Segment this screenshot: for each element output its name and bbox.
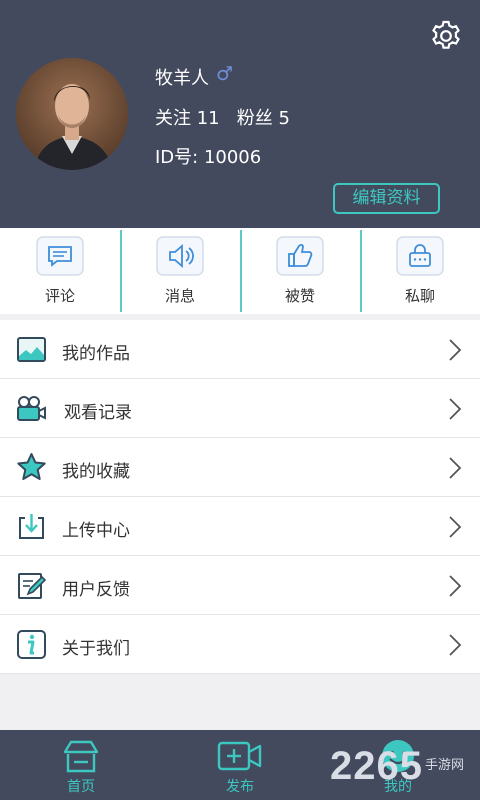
tab-home[interactable]: 首页 — [21, 730, 141, 800]
lock-chat-icon — [396, 236, 444, 276]
menu-item-my-works[interactable]: 我的作品 — [0, 320, 480, 379]
edit-profile-button[interactable]: 编辑资料 — [333, 183, 440, 214]
quick-message[interactable]: 消息 — [120, 228, 240, 314]
quick-likes-label: 被赞 — [284, 287, 315, 305]
avatar[interactable] — [16, 58, 128, 170]
gender-male-icon: ♂ — [216, 63, 234, 85]
quick-comment-label: 评论 — [44, 287, 75, 305]
menu-item-label: 用户反馈 — [62, 580, 130, 600]
user-id: ID号: 10006 — [155, 147, 262, 168]
chevron-right-icon — [449, 339, 462, 361]
quick-comment[interactable]: 评论 — [0, 228, 120, 314]
speaker-icon — [156, 236, 204, 276]
chevron-right-icon — [449, 575, 462, 597]
tab-publish[interactable]: 发布 — [180, 730, 300, 800]
watermark-brand: 2265 — [330, 744, 423, 788]
chevron-right-icon — [449, 398, 462, 420]
watermark-site: 手游网 — [425, 758, 465, 773]
menu-item-watch-history[interactable]: 观看记录 — [0, 379, 480, 438]
watermark: 2265 手游网 — [330, 744, 480, 792]
menu-item-label: 我的收藏 — [62, 462, 130, 482]
image-icon — [17, 337, 46, 362]
video-camera-icon — [17, 396, 46, 421]
menu-item-label: 上传中心 — [62, 521, 130, 541]
chevron-right-icon — [449, 634, 462, 656]
tab-home-label: 首页 — [67, 779, 95, 795]
quick-message-label: 消息 — [164, 287, 195, 305]
thumbs-up-icon — [276, 236, 324, 276]
menu-item-about-us[interactable]: 关于我们 — [0, 615, 480, 674]
star-icon — [17, 453, 46, 480]
follow-counts[interactable]: 关注 11 粉丝 5 — [155, 104, 290, 130]
menu-item-feedback[interactable]: 用户反馈 — [0, 556, 480, 615]
add-video-icon — [217, 741, 262, 771]
menu-item-favorites[interactable]: 我的收藏 — [0, 438, 480, 497]
edit-note-icon — [18, 573, 47, 599]
username: 牧羊人 — [155, 68, 209, 89]
menu-item-label: 观看记录 — [64, 403, 132, 423]
menu-list: 我的作品 观看记录 我的收藏 上传中心 用户反馈 关于我们 — [0, 320, 480, 674]
tab-publish-label: 发布 — [226, 779, 254, 795]
chevron-right-icon — [449, 457, 462, 479]
menu-item-label: 关于我们 — [62, 639, 130, 659]
quick-private-chat-label: 私聊 — [404, 287, 435, 305]
gear-icon[interactable] — [428, 18, 464, 54]
home-icon — [63, 740, 99, 773]
bottom-tab-bar: 首页 发布 我的 2265 手游网 — [0, 730, 480, 800]
download-tray-icon — [19, 514, 44, 539]
quick-private-chat[interactable]: 私聊 — [360, 228, 480, 314]
chevron-right-icon — [449, 516, 462, 538]
info-icon — [17, 630, 46, 659]
menu-item-label: 我的作品 — [62, 344, 130, 364]
profile-header: 牧羊人 ♂ 关注 11 粉丝 5 ID号: 10006 编辑资料 — [0, 0, 480, 228]
quick-likes[interactable]: 被赞 — [240, 228, 360, 314]
comment-icon — [36, 236, 84, 276]
quick-actions-bar: 评论 消息 被赞 私聊 — [0, 228, 480, 314]
menu-item-upload-center[interactable]: 上传中心 — [0, 497, 480, 556]
